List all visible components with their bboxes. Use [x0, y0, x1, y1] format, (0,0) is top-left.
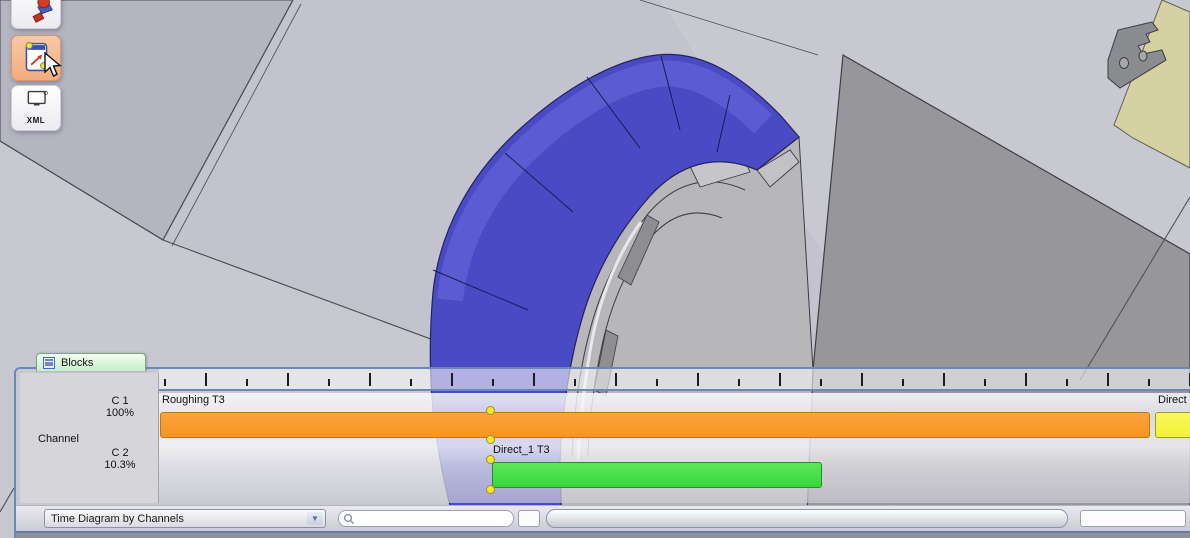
ruler-tick — [533, 373, 535, 386]
ruler-tick — [246, 379, 248, 386]
list-icon — [43, 357, 55, 369]
mouse-cursor — [42, 52, 64, 78]
channel-c2-name: C 2 — [78, 447, 162, 459]
ruler-tick — [451, 373, 453, 386]
ruler-tick — [328, 379, 330, 386]
scroll-left-button[interactable] — [518, 510, 540, 527]
sync-point-marker[interactable] — [486, 485, 495, 494]
view-mode-dropdown[interactable]: Time Diagram by Channels ▼ — [44, 509, 326, 528]
panel-footer: Time Diagram by Channels ▼ — [16, 505, 1190, 531]
ruler-tick — [656, 379, 658, 386]
view-mode-value: Time Diagram by Channels — [51, 513, 184, 525]
channel-column: Channel C 1 100% C 2 10.3% — [20, 373, 159, 503]
xml-export-button[interactable]: XML — [11, 85, 61, 131]
search-icon — [343, 513, 355, 525]
channel-c1: C 1 100% — [78, 395, 162, 419]
simulation-button[interactable] — [11, 0, 61, 29]
ruler-tick — [902, 379, 904, 386]
ruler-tick — [410, 379, 412, 386]
ruler-tick — [738, 379, 740, 386]
ruler-tick — [943, 373, 945, 386]
timeline-area[interactable]: Roughing T3 Direct T Direct_1 T3 — [159, 393, 1190, 503]
channel-c1-name: C 1 — [78, 395, 162, 407]
ruler-tick — [984, 379, 986, 386]
channel-column-title: Channel — [38, 433, 79, 445]
xml-monitor-icon — [12, 86, 60, 118]
ruler-tick — [1148, 379, 1150, 386]
sync-point-marker[interactable] — [486, 435, 495, 444]
ruler-tick — [287, 373, 289, 386]
timeline-block-bar[interactable] — [492, 462, 822, 488]
channel-c1-load: 100% — [78, 407, 162, 419]
channel-c2-load: 10.3% — [78, 459, 162, 471]
ruler-tick — [820, 379, 822, 386]
blocks-panel: Roughing T3 Direct T Direct_1 T3 Channel C… — [14, 367, 1190, 538]
ruler-tick — [574, 379, 576, 386]
ruler-tick — [369, 373, 371, 386]
ruler-tick — [492, 379, 494, 386]
horizontal-scrollbar[interactable] — [546, 509, 1068, 528]
application-window: XML Blocks Roughing T3 Direct T Direct_1 T… — [0, 0, 1190, 538]
xml-label: XML — [12, 116, 60, 125]
tab-blocks[interactable]: Blocks — [36, 353, 146, 371]
panel-bottom-edge — [16, 531, 1190, 538]
ruler-tick — [1066, 379, 1068, 386]
footer-text-field[interactable] — [1080, 510, 1186, 527]
timeline-block-label: Direct T — [1158, 394, 1190, 406]
timeline-ruler[interactable] — [159, 369, 1190, 391]
ruler-tick — [615, 373, 617, 386]
ruler-tick — [697, 373, 699, 386]
sync-point-marker[interactable] — [486, 455, 495, 464]
ruler-tick — [861, 373, 863, 386]
search-input[interactable] — [338, 510, 514, 527]
ruler-tick — [205, 373, 207, 386]
channel-c2: C 2 10.3% — [78, 447, 162, 471]
ruler-tick — [1025, 373, 1027, 386]
tab-blocks-label: Blocks — [61, 357, 93, 369]
simulation-part-icon — [12, 0, 60, 28]
ruler-tick — [164, 379, 166, 386]
timeline-block-label: Roughing T3 — [162, 394, 225, 406]
ruler-tick — [1107, 373, 1109, 386]
timeline-block-label: Direct_1 T3 — [493, 444, 550, 456]
timeline-block-bar[interactable] — [160, 412, 1150, 438]
timeline-block-bar[interactable] — [1155, 412, 1190, 438]
chevron-down-icon: ▼ — [307, 512, 323, 525]
ruler-tick — [779, 373, 781, 386]
sync-point-marker[interactable] — [486, 406, 495, 415]
